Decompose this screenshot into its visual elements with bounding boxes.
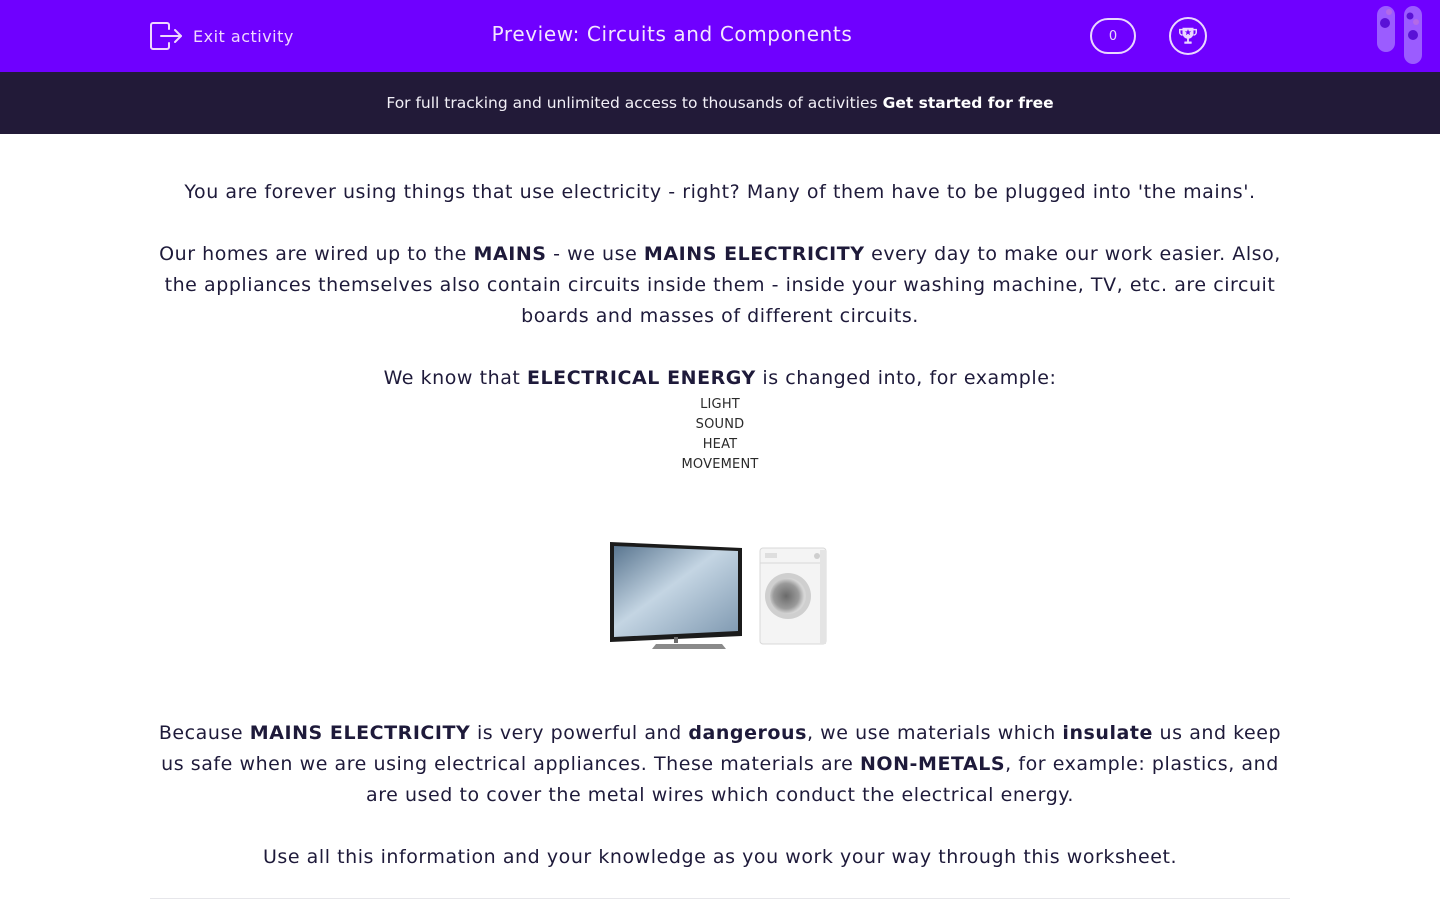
text: - we use	[546, 243, 644, 265]
bold-text: insulate	[1062, 722, 1153, 744]
bold-text: MAINS	[473, 243, 547, 265]
energy-forms-list: LIGHT SOUND HEAT MOVEMENT	[150, 395, 1290, 475]
bold-text: dangerous	[688, 722, 807, 744]
energy-form-item: MOVEMENT	[681, 457, 759, 472]
intro-paragraph-4: Because MAINS ELECTRICITY is very powerf…	[150, 718, 1290, 811]
page-title: Preview: Circuits and Components	[491, 22, 853, 46]
bold-text: MAINS ELECTRICITY	[249, 722, 471, 744]
energy-form-item: LIGHT	[700, 397, 740, 412]
text: Because	[158, 722, 250, 744]
text: Our homes are wired up to the	[159, 243, 474, 265]
bold-text: MAINS ELECTRICITY	[643, 243, 865, 265]
top-bar: Exit activity Preview: Circuits and Comp…	[0, 0, 1440, 72]
test-tubes-logo-icon	[1377, 6, 1422, 64]
text: is very powerful and	[470, 722, 689, 744]
tv-image	[610, 542, 742, 649]
text: We know that	[383, 367, 527, 389]
text: , we use materials which	[806, 722, 1063, 744]
intro-paragraph-3: We know that ELECTRICAL ENERGY is change…	[150, 363, 1290, 394]
signup-banner: For full tracking and unlimited access t…	[0, 72, 1440, 134]
trophy-button[interactable]	[1169, 17, 1207, 55]
intro-paragraph-5: Use all this information and your knowle…	[262, 846, 1178, 868]
get-started-link[interactable]: Get started for free	[883, 94, 1054, 112]
bold-text: ELECTRICAL ENERGY	[527, 367, 756, 389]
score-counter: 0	[1090, 18, 1136, 54]
trophy-icon	[1179, 27, 1197, 44]
content-divider	[150, 898, 1290, 899]
text: is changed into, for example:	[755, 367, 1057, 389]
bold-text: NON-METALS	[859, 753, 1006, 775]
intro-paragraph-1: You are forever using things that use el…	[184, 181, 1256, 203]
washing-machine-image	[759, 547, 827, 645]
appliances-image	[610, 542, 827, 649]
energy-form-item: SOUND	[695, 417, 745, 432]
energy-form-item: HEAT	[702, 437, 738, 452]
intro-paragraph-2: Our homes are wired up to the MAINS - we…	[150, 239, 1290, 332]
banner-text: For full tracking and unlimited access t…	[386, 94, 878, 112]
